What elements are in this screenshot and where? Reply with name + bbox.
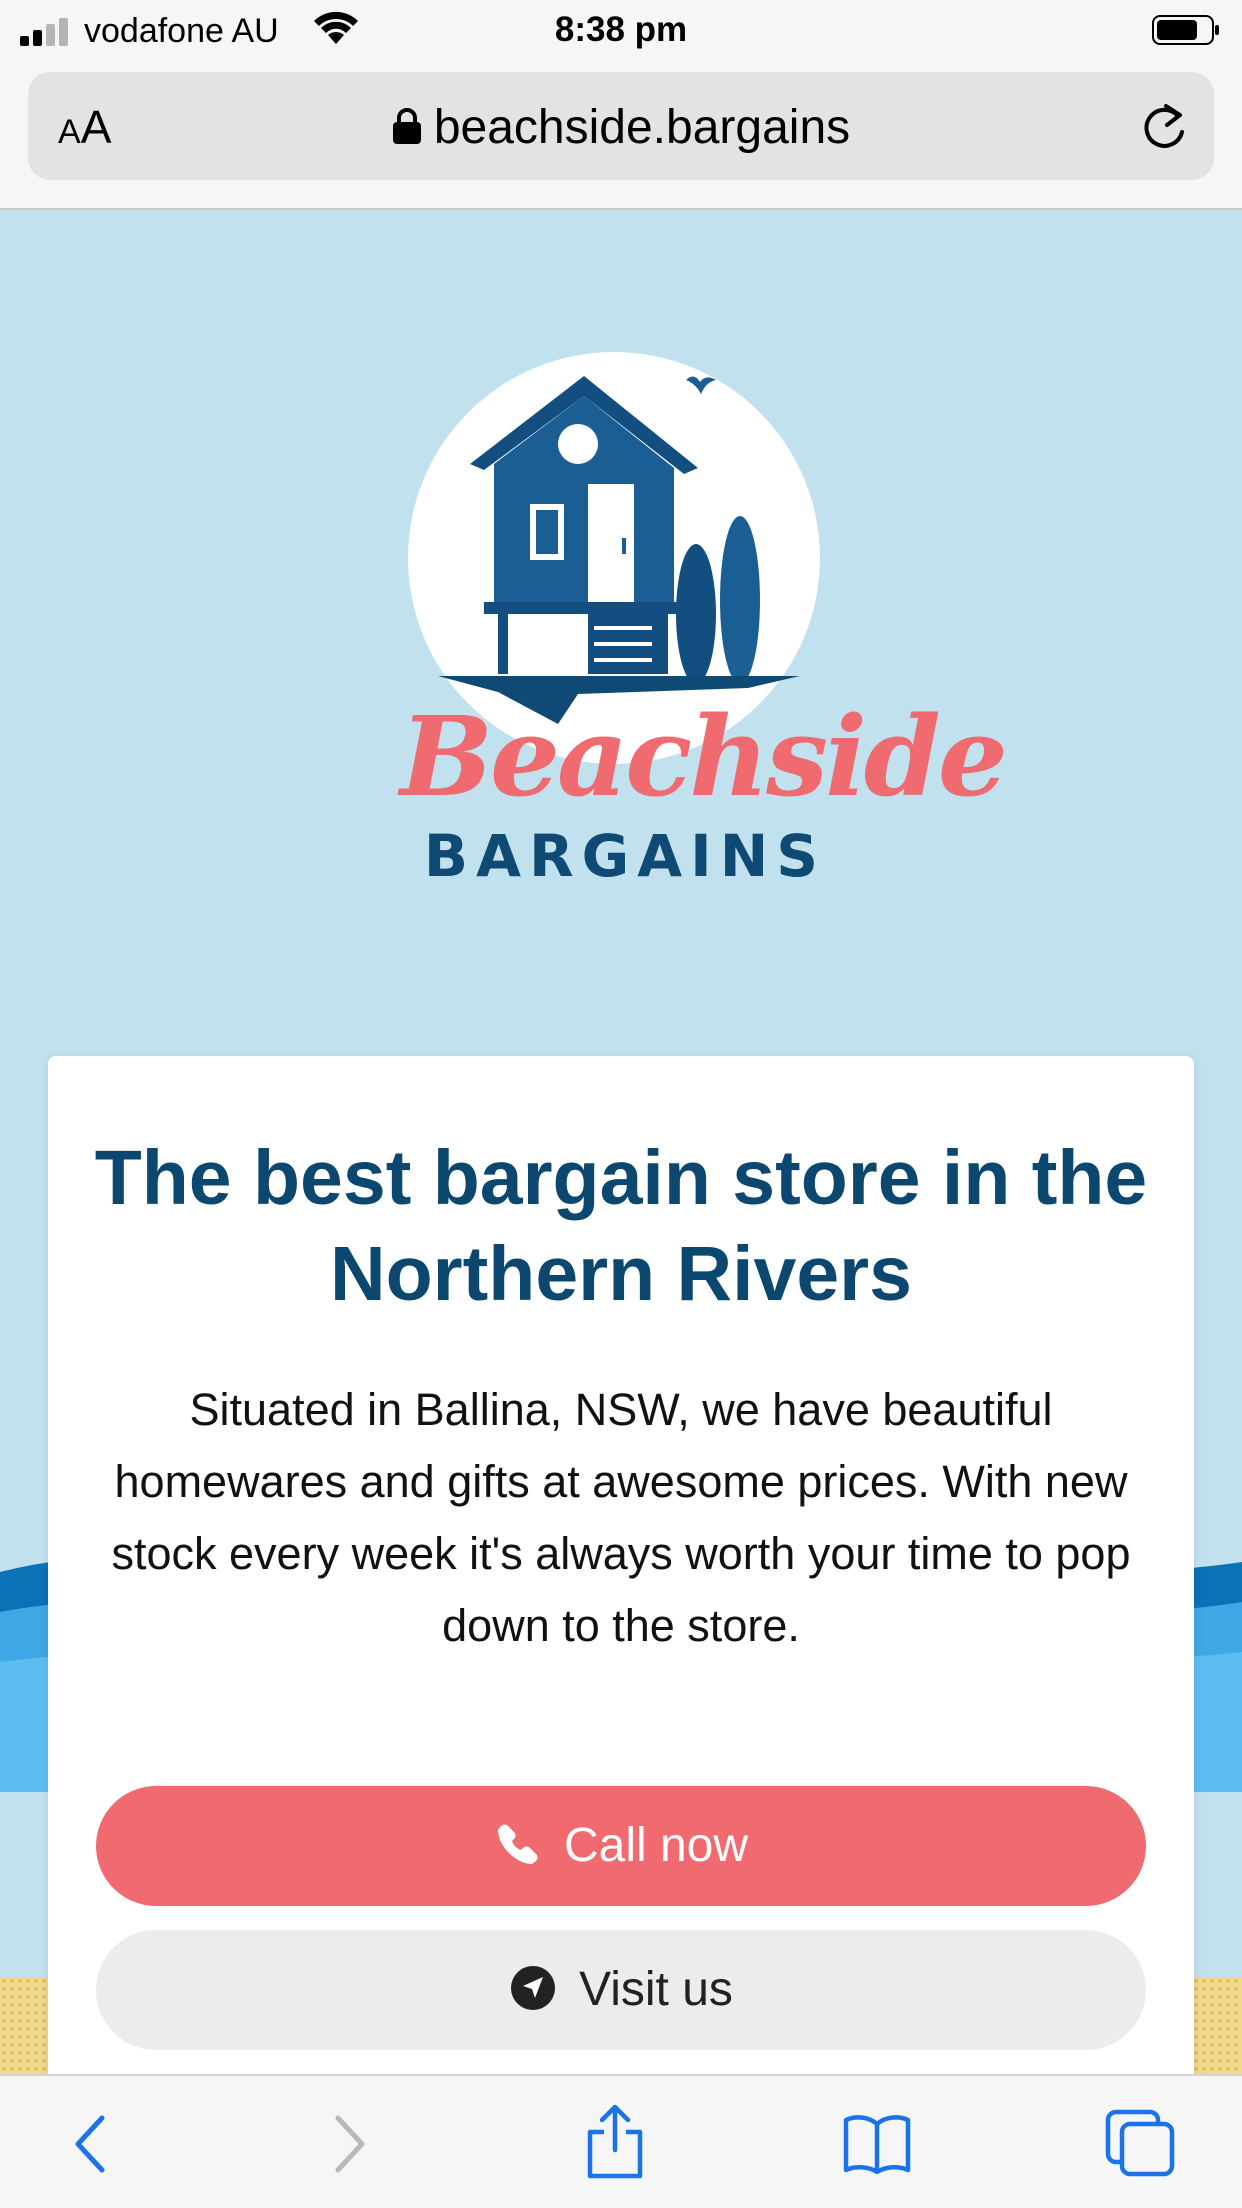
call-now-button[interactable]: Call now [96,1786,1146,1906]
url-field[interactable]: beachside.bargains [28,100,1214,155]
hero-card: The best bargain store in the Northern R… [48,1056,1194,2074]
status-bar: vodafone AU 8:38 pm [0,0,1242,62]
status-time: 8:38 pm [554,10,688,49]
browser-address-area: AA beachside.bargains [0,62,1242,210]
address-bar[interactable]: AA beachside.bargains [28,72,1214,180]
reload-icon[interactable] [1138,98,1190,154]
share-icon[interactable] [584,2104,646,2180]
location-arrow-icon [511,1966,556,2011]
lock-icon [392,108,421,145]
visit-us-label: Visit us [579,1963,733,2016]
forward-icon[interactable] [330,2112,370,2176]
tabs-icon[interactable] [1104,2108,1176,2178]
web-page: Beachside BARGAINS The best bargain stor… [0,212,1242,2074]
bookmarks-icon[interactable] [842,2112,912,2174]
visit-us-button[interactable]: Visit us [96,1930,1146,2050]
hero-description: Situated in Ballina, NSW, we have beauti… [111,1384,1131,1651]
url-text: beachside.bargains [433,101,851,154]
battery-icon [1152,15,1219,45]
logo-subtitle: BARGAINS [423,822,827,890]
beachside-bargains-logo[interactable]: Beachside BARGAINS [400,352,1008,912]
hero-headline: The best bargain store in the Northern R… [94,1135,1148,1317]
safari-toolbar [0,2074,1242,2208]
call-now-label: Call now [563,1819,749,1872]
logo-script-text: Beachside [400,692,1008,821]
back-icon[interactable] [70,2112,110,2176]
phone-icon [497,1824,538,1865]
